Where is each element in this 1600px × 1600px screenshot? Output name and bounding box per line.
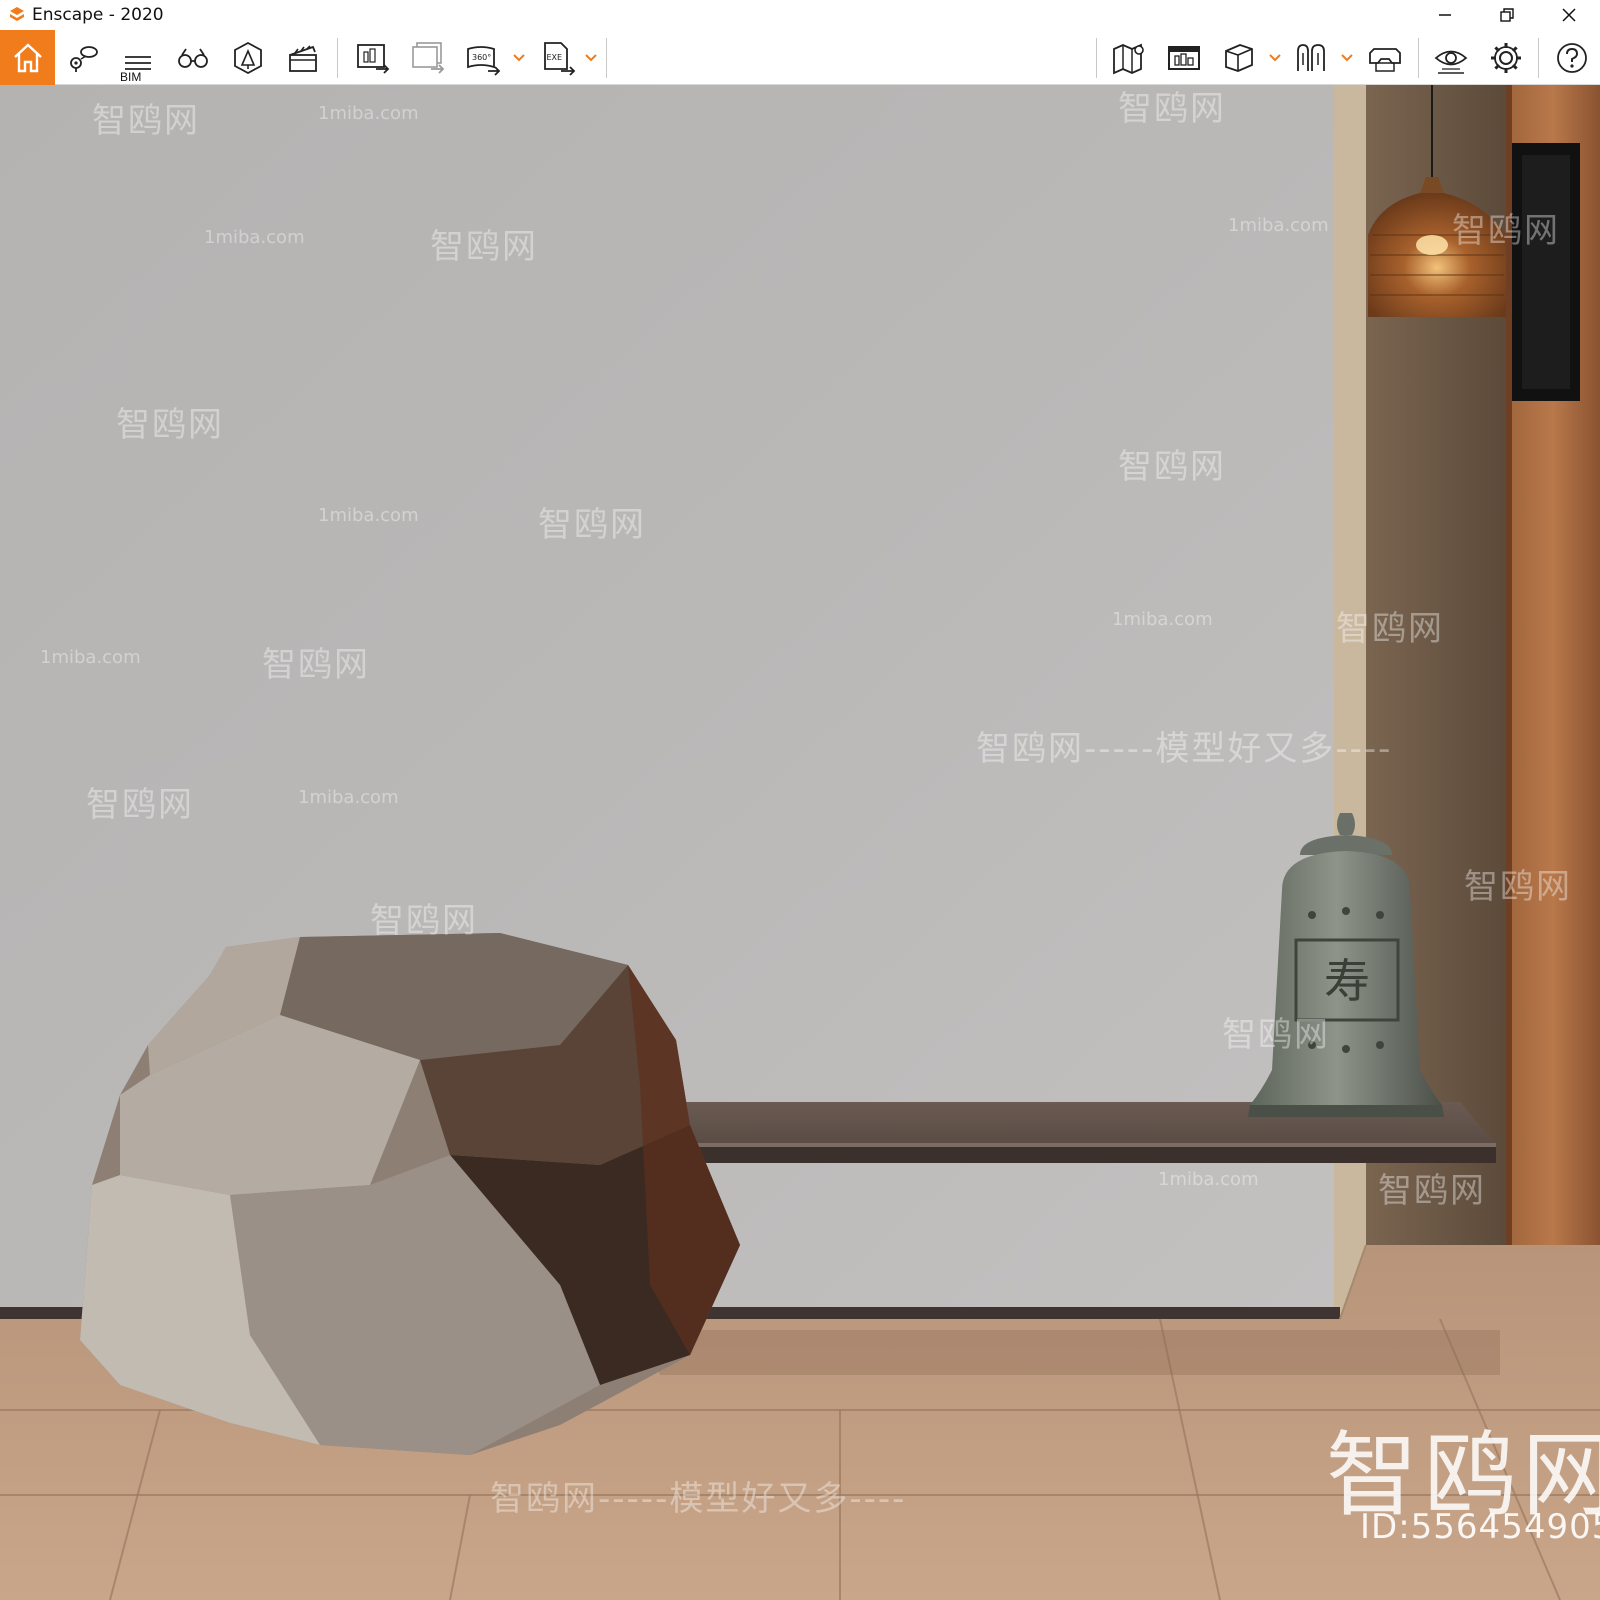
close-button[interactable] <box>1538 0 1600 30</box>
main-toolbar: BIM 360° EXE <box>0 30 1600 108</box>
home-button[interactable] <box>0 30 55 85</box>
restore-button[interactable] <box>1476 0 1538 30</box>
render-screenshot-icon <box>357 43 390 74</box>
boulder-stool <box>80 933 740 1455</box>
minimize-button[interactable] <box>1414 0 1476 30</box>
export-exe-button[interactable]: EXE <box>533 30 583 85</box>
batch-render-icon <box>412 41 445 74</box>
svg-text:EXE: EXE <box>547 53 563 62</box>
home-icon <box>13 42 42 72</box>
view-management-icon <box>70 45 98 72</box>
vr-headset-button[interactable] <box>1360 30 1410 85</box>
chevron-down-icon <box>585 54 597 62</box>
orthographic-icon <box>1225 43 1253 72</box>
minimap-button[interactable] <box>1104 30 1154 85</box>
panorama-360-icon: 360° <box>467 45 501 76</box>
window-title: Enscape - 2020 <box>32 5 164 25</box>
render-viewport[interactable]: 寿 1miba.com 智鸥网 1miba.com 智鸥网 智鸥网 1miba.… <box>0 85 1600 1600</box>
visual-settings-button[interactable] <box>1426 30 1476 85</box>
restore-icon <box>1500 8 1514 22</box>
chevron-down-icon <box>1269 54 1281 62</box>
video-editor-button[interactable] <box>278 30 328 85</box>
window-controls <box>1414 0 1600 30</box>
collaborative-annotation-button[interactable] <box>1286 30 1336 85</box>
walk-mode-button[interactable] <box>168 30 218 85</box>
asset-library-button[interactable] <box>223 30 273 85</box>
web-standalone-button[interactable] <box>1159 30 1209 85</box>
collaborative-annotation-icon <box>1297 43 1325 71</box>
asset-library-icon <box>234 41 262 74</box>
title-bar: Enscape - 2020 <box>0 0 1600 30</box>
web-standalone-icon <box>1168 45 1200 70</box>
enscape-logo-icon <box>6 4 28 26</box>
help-icon <box>1557 42 1587 73</box>
video-editor-icon <box>289 44 317 72</box>
help-button[interactable] <box>1547 30 1597 85</box>
export-dropdown[interactable] <box>584 48 598 68</box>
orthographic-button[interactable] <box>1214 30 1264 85</box>
settings-button[interactable] <box>1481 30 1531 85</box>
batch-render-button[interactable] <box>403 30 453 85</box>
scene-render: 寿 <box>0 85 1600 1600</box>
panorama-button[interactable]: 360° <box>458 30 508 85</box>
svg-text:寿: 寿 <box>1324 954 1370 1008</box>
panorama-dropdown[interactable] <box>512 48 526 68</box>
render-screenshot-button[interactable] <box>348 30 398 85</box>
minimize-icon <box>1439 14 1451 16</box>
orthographic-dropdown[interactable] <box>1268 48 1282 68</box>
visual-settings-icon <box>1434 50 1468 74</box>
annotation-dropdown[interactable] <box>1340 48 1354 68</box>
vr-headset-icon <box>1369 47 1401 72</box>
gear-icon <box>1491 42 1521 73</box>
chevron-down-icon <box>513 54 525 62</box>
chevron-down-icon <box>1341 54 1353 62</box>
svg-text:360°: 360° <box>472 53 491 62</box>
bim-label: BIM <box>120 70 142 84</box>
minimap-icon <box>1113 43 1144 74</box>
binoculars-icon <box>178 48 208 68</box>
close-icon <box>1562 8 1576 22</box>
views-button[interactable] <box>58 30 108 85</box>
export-exe-icon: EXE <box>544 41 576 76</box>
